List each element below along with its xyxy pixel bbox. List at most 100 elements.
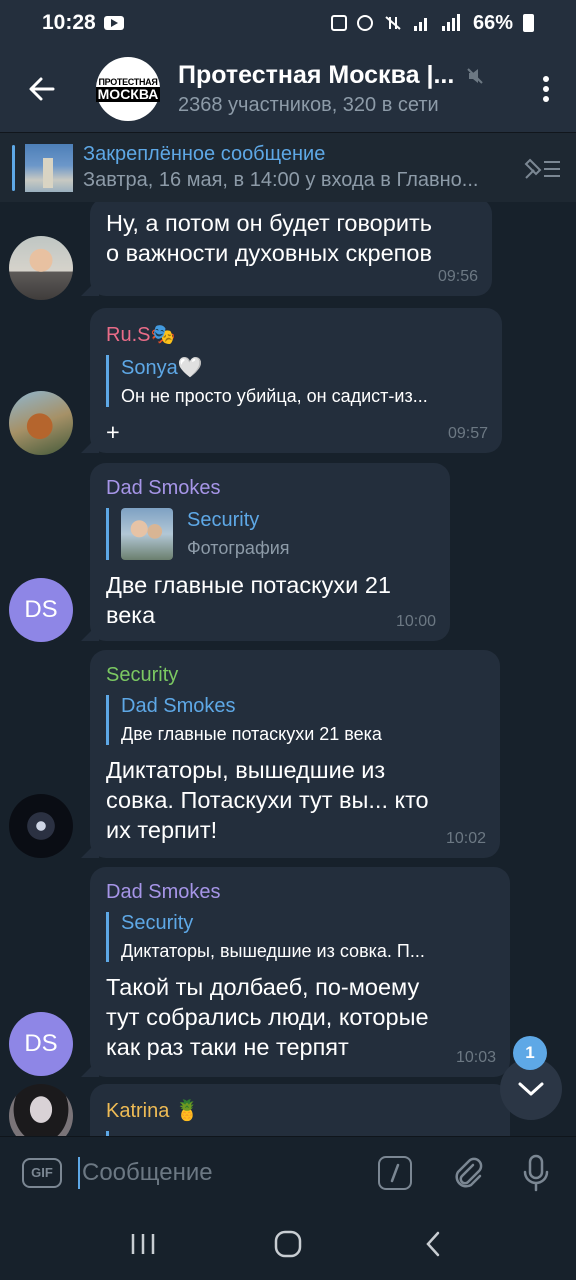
message-time: 10:00 [395, 613, 436, 630]
avatar[interactable]: DS [9, 1012, 73, 1076]
avatar-initials: DS [24, 1030, 58, 1057]
chat-title: Протестная Москва |... [178, 61, 455, 89]
reply-photo-thumbnail [121, 508, 173, 560]
message-time: 09:56 [437, 268, 478, 285]
youtube-notification-icon [103, 16, 124, 30]
arrow-left-icon [29, 77, 55, 101]
message-time: 10:03 [455, 1049, 496, 1066]
reply-quote[interactable]: Security Диктаторы, вышедшие из совка. П… [106, 912, 494, 962]
message-text: Такой ты долбаеб, по-моему тут собрались… [106, 972, 494, 1062]
reply-text: Он не просто убийца, он садист-из... [121, 386, 428, 406]
status-time: 10:28 [42, 11, 96, 34]
paperclip-icon [455, 1157, 483, 1188]
message-line: Диктаторы, вышедшие из [106, 757, 386, 783]
system-back-button[interactable] [403, 1214, 463, 1274]
recent-apps-button[interactable] [113, 1214, 173, 1274]
message-bubble[interactable]: Dad Smokes Security Фотография Две главн… [90, 463, 450, 641]
attach-button[interactable] [448, 1153, 488, 1193]
message-bubble[interactable]: Dad Smokes Security Диктаторы, вышедшие … [90, 867, 510, 1077]
back-button[interactable] [0, 46, 84, 132]
message-text: + [106, 419, 120, 445]
message-text: Две главные потаскухи 21 века [106, 570, 434, 630]
pinned-indicator [12, 144, 15, 191]
avatar[interactable] [9, 794, 73, 858]
bot-commands-button[interactable] [378, 1155, 412, 1190]
message-bubble[interactable]: Ну, а потом он будет говорить о важности… [90, 202, 492, 296]
recent-apps-icon [131, 1234, 154, 1254]
avatar-initials: DS [24, 596, 58, 623]
avatar[interactable] [9, 1084, 73, 1136]
message-line: как раз таки не терпят [106, 1034, 349, 1060]
reply-text: Две главные потаскухи 21 века [121, 724, 382, 744]
message-text: Диктаторы, вышедшие из совка. Потаскухи … [106, 755, 484, 845]
battery-percent: 66% [472, 11, 513, 34]
pinned-label: Закреплённое сообщение [83, 143, 326, 165]
gif-button[interactable]: GIF [22, 1157, 62, 1188]
message-line: Две главные потаскухи 21 [106, 572, 391, 598]
chevron-down-icon [518, 1082, 544, 1096]
reply-name: Security [121, 912, 194, 934]
reply-name: Sonya🤍 [121, 357, 203, 379]
signal-4g-icon [441, 14, 460, 31]
more-vertical-icon [543, 76, 549, 102]
sender-name[interactable]: Dad Smokes [106, 881, 494, 904]
message-line: Такой ты долбаеб, по-моему [106, 974, 420, 1000]
home-icon [274, 1230, 302, 1258]
alarm-icon [356, 15, 373, 31]
group-avatar-line1: ПРОТЕСТНАЯ [98, 76, 158, 87]
message-time: 09:57 [447, 425, 488, 442]
message-input[interactable] [80, 1158, 378, 1187]
pinned-list-button[interactable] [512, 138, 572, 198]
system-nav-bar [0, 1208, 576, 1280]
reply-text: Фотография [187, 538, 290, 558]
home-button[interactable] [258, 1214, 318, 1274]
pinned-thumbnail [25, 143, 73, 192]
pinned-message-bar[interactable]: Закреплённое сообщение Завтра, 16 мая, в… [0, 132, 576, 202]
sender-name[interactable]: Security [106, 664, 484, 687]
avatar[interactable] [9, 391, 73, 455]
message-bubble[interactable]: Katrina 🍍 [90, 1084, 510, 1136]
pin-list-icon [524, 158, 560, 179]
sender-name[interactable]: Katrina 🍍 [106, 1098, 494, 1123]
group-avatar-line2: МОСКВА [95, 85, 161, 102]
pinned-preview: Завтра, 16 мая, в 14:00 у входа в Главно… [83, 169, 479, 191]
voice-message-button[interactable] [516, 1153, 556, 1193]
message-time: 10:02 [445, 830, 486, 847]
message-line: их терпит! [106, 817, 218, 843]
chevron-left-icon [426, 1231, 440, 1257]
reply-quote[interactable]: Sonya🤍 Он не просто убийца, он садист-из… [106, 355, 486, 407]
message-bubble[interactable]: Security Dad Smokes Две главные потаскух… [90, 650, 500, 858]
reply-name: Security [187, 509, 260, 531]
battery-icon [523, 14, 534, 32]
sender-name[interactable]: Ru.S🎭 [106, 322, 486, 347]
muted-icon [467, 67, 484, 84]
message-bubble[interactable]: Ru.S🎭 Sonya🤍 Он не просто убийца, он сад… [90, 308, 502, 453]
reply-quote[interactable]: Dad Smokes Две главные потаскухи 21 века [106, 695, 484, 745]
message-list[interactable]: Ну, а потом он будет говорить о важности… [0, 202, 576, 1136]
message-line: совка. Потаскухи тут вы... кто [106, 787, 429, 813]
more-menu-button[interactable] [516, 46, 576, 132]
lock-notification-icon [330, 15, 347, 31]
group-avatar[interactable]: ПРОТЕСТНАЯ МОСКВА [95, 57, 161, 121]
message-line: о важности духовных скрепов [106, 240, 432, 266]
chat-info[interactable]: Протестная Москва |... 2368 участников, … [178, 61, 516, 117]
chat-header: ПРОТЕСТНАЯ МОСКВА Протестная Москва |...… [0, 46, 576, 132]
sender-name[interactable]: Dad Smokes [106, 477, 434, 500]
message-line: тут собрались люди, которые [106, 1004, 429, 1030]
microphone-icon [523, 1154, 549, 1191]
slash-icon [390, 1163, 400, 1182]
reply-text: Диктаторы, вышедшие из совка. П... [121, 941, 425, 961]
chat-subtitle: 2368 участников, 320 в сети [178, 94, 439, 116]
status-icons: 66% [330, 11, 534, 35]
unread-count-badge: 1 [513, 1036, 547, 1070]
avatar[interactable]: DS [9, 578, 73, 642]
message-line: века [106, 602, 156, 628]
message-text: Ну, а потом он будет говорить о важности… [106, 208, 476, 268]
vibrate-mute-icon [385, 16, 401, 30]
avatar[interactable] [9, 236, 73, 300]
signal-icon [413, 18, 427, 31]
status-bar: 10:28 66% [0, 0, 576, 46]
reply-quote[interactable]: Security Фотография [106, 508, 434, 560]
message-line: Ну, а потом он будет говорить [106, 210, 432, 236]
message-composer: GIF [0, 1136, 576, 1208]
